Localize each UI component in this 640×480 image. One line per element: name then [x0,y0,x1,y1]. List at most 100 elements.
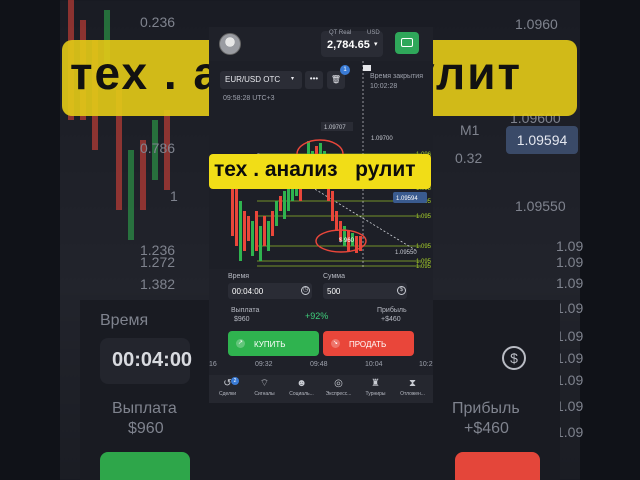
wallet-button[interactable] [395,32,419,54]
background-dollar-icon: $ [502,346,526,370]
background-right-tick: 1.09 [556,350,584,366]
candle [275,201,278,226]
more-button[interactable]: ••• [305,71,323,89]
payout-label: Выплата [231,307,260,314]
background-fib-label: 0.786 [140,140,176,156]
background-right-tick: 1.09 [556,424,584,440]
candle [331,191,334,221]
candle [271,211,274,236]
background-right-tick: 1.09 [556,238,584,254]
background-right-edge [580,0,640,480]
time-tick: 16 [209,361,217,368]
payout-value: $960 [234,316,250,323]
arrow-down-icon: ↘ [331,339,340,348]
nav-item-social[interactable]: ☻ Социаль... [283,375,320,403]
screen: 0.236 0.786 1 1.236 1.272 1.382 M1 1.095… [0,0,640,480]
background-fib-label: 0.236 [140,14,176,30]
price-tick-label: 1.095 [416,214,432,220]
trade-panel: Время Сумма 00:04:00 ◷ 500 $ Выплата $96… [209,269,433,375]
candle [263,216,266,246]
price-tick-label: 1.095 [416,244,432,250]
nav-label: Сигналы [254,391,275,397]
background-profit-value: +$460 [464,420,509,437]
express-icon: ◎ [334,378,343,389]
candle [283,191,286,219]
nav-item-pending[interactable]: ⧗ Отложен... [394,375,431,403]
time-tick: 09:48 [310,361,328,368]
time-tick: 10:04 [365,361,383,368]
background-m1: M1 [460,122,480,138]
background-time-label: Время [100,312,149,329]
background-profit-label: Прибыль [452,400,520,417]
background-payout-value: $960 [128,420,164,437]
background-fib-label: 1 [170,188,178,204]
nav-item-deals[interactable]: ↺ Сделки 2 [209,375,246,403]
close-time-value: 10:02:28 [370,83,398,90]
payout-percent: +92% [305,311,329,321]
background-x-tick: 0.32 [455,150,483,166]
candle [251,221,254,256]
background-right-tick: 1.09 [556,254,584,270]
asset-pair: EUR/USD OTC [225,75,281,84]
profit-label: Прибыль [377,307,407,314]
time-axis: 16 09:32 09:48 10:04 10:2 [209,359,433,373]
phone-screen: QT Real USD 2,784.65 ▾ 01.0961.0961.0951… [209,27,433,403]
background-buy-button [100,452,190,480]
candle [247,216,250,241]
trade-marker: $ 960 [339,238,355,244]
nav-item-tournaments[interactable]: ♜ Турниры [357,375,394,403]
buy-label: КУПИТЬ [254,340,286,349]
flag-icon [363,65,371,71]
background-price-label: 1.0960 [515,16,558,32]
chevron-down-icon: ▾ [291,76,295,82]
amount-label: Сумма [323,273,345,280]
drawings-count-badge: 1 [340,65,350,75]
nav-item-signals[interactable]: ⌔ Сигналы [246,375,283,403]
background-sell-button [455,452,540,480]
arrow-up-icon: ↗ [236,339,245,348]
close-time-label: Время закрытия [370,73,423,80]
background-right-tick: 1.09 [556,300,584,316]
high-price-label: 1.09707 [324,125,346,131]
candle [259,226,262,261]
current-price-label: 1.09594 [396,196,418,202]
nav-label: Турниры [365,391,386,397]
candle [279,196,282,211]
time-value: 00:04:00 [232,287,264,296]
server-clock: 09:58:28 UTC+3 [223,95,275,102]
nav-label: Экспресс... [325,391,352,397]
background-right-tick: 1.09 [556,275,584,291]
candle [235,181,238,246]
signal-icon: ⌔ [259,378,270,389]
background-left-edge [0,0,60,480]
background-time-value: 00:04:00 [112,349,193,371]
candle [335,211,338,231]
background-right-tick: 1.09 [556,328,584,344]
sell-button[interactable]: ↘ ПРОДАТЬ [323,331,414,356]
background-right-tick: 1.09 [556,372,584,388]
dollar-icon: $ [397,286,406,295]
wallet-icon [401,38,413,47]
bottom-nav: ↺ Сделки 2 ⌔ Сигналы ☻ Социаль... ◎ Эксп… [209,375,433,403]
candle [243,211,246,251]
buy-button[interactable]: ↗ КУПИТЬ [228,331,319,356]
trophy-icon: ♜ [371,378,380,389]
nav-label: Сделки [218,391,237,397]
avatar[interactable] [219,33,241,55]
time-tick: 10:2 [419,361,433,368]
nav-label: Социаль... [289,391,314,397]
background-price-label: 1.09550 [515,198,566,214]
sell-label: ПРОДАТЬ [349,340,387,349]
upper-price-label: 1.09700 [371,136,393,142]
background-payout-label: Выплата [112,400,177,417]
time-tick: 09:32 [255,361,273,368]
hourglass-icon: ⧗ [408,378,417,389]
account-balance: 2,784.65 [327,39,370,51]
background-fib-label: 1.382 [140,276,176,292]
time-label: Время [228,273,250,280]
candle [267,221,270,251]
nav-item-express[interactable]: ◎ Экспресс... [320,375,357,403]
chevron-down-icon: ▾ [374,41,378,48]
background-right-tick: 1.09 [556,398,584,414]
amount-value: 500 [327,287,341,296]
